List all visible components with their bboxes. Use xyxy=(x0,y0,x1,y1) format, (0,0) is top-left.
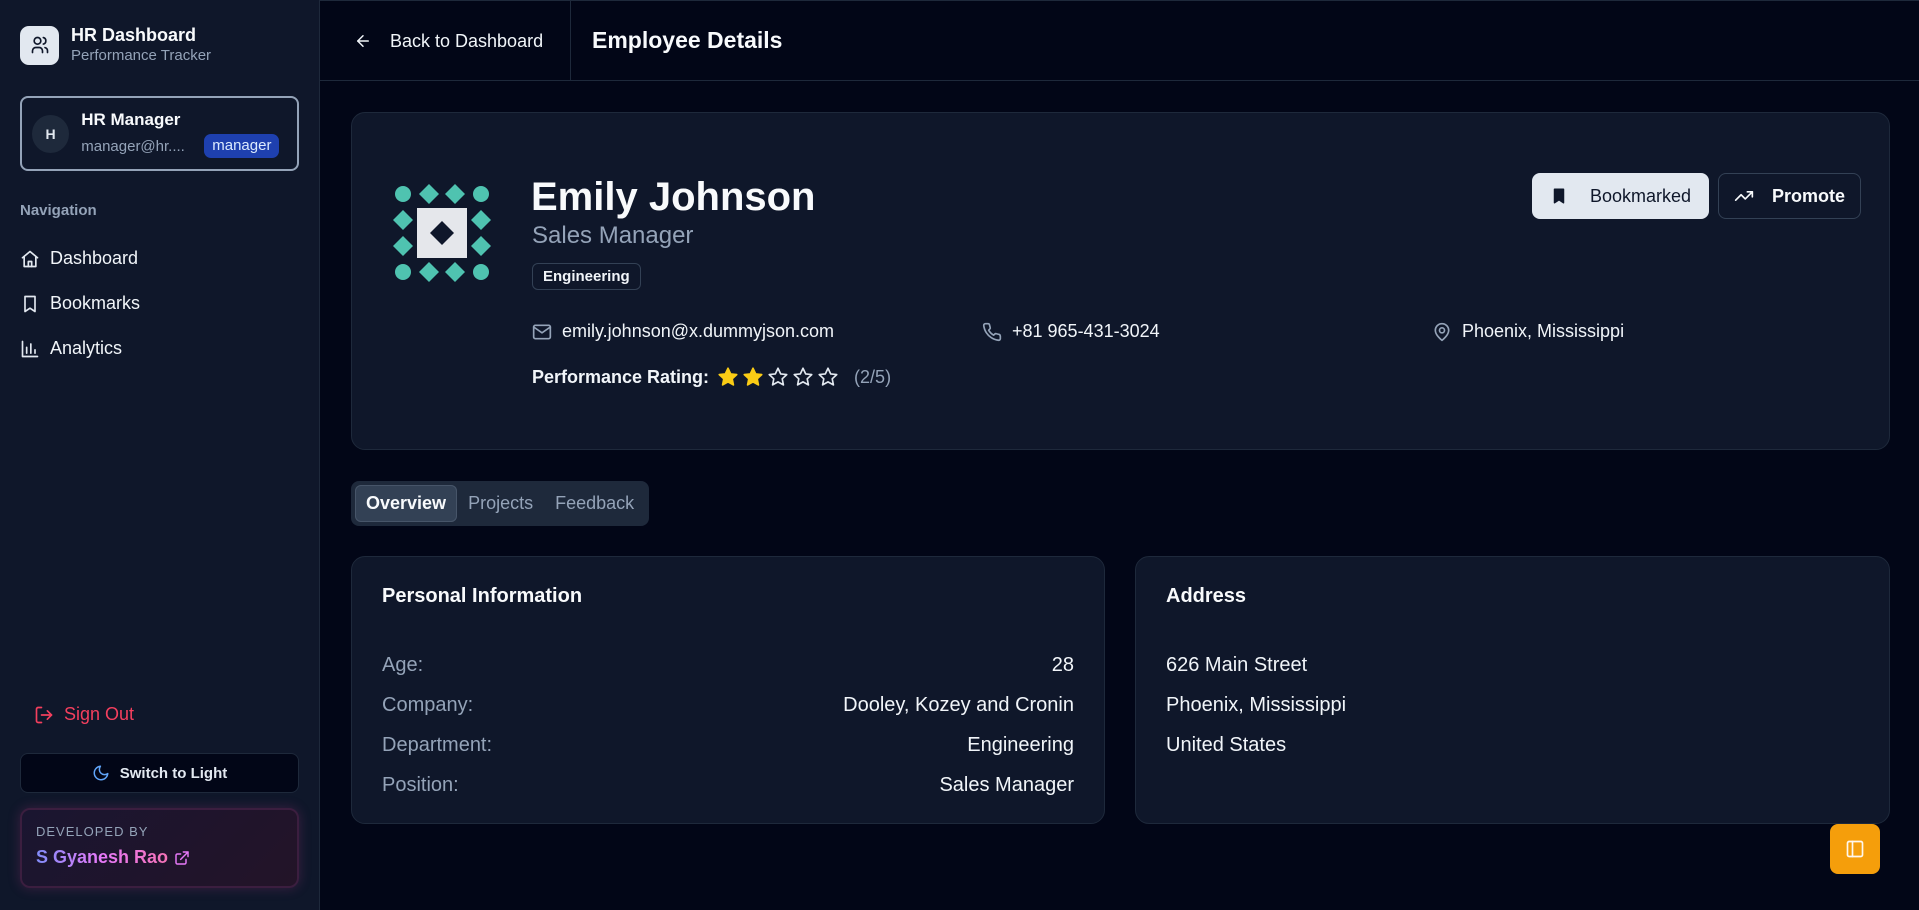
employee-email-text: emily.johnson@x.dummyjson.com xyxy=(562,321,835,341)
employee-phone-text: +81 965-431-3024 xyxy=(1012,321,1160,341)
user-name: HR Manager xyxy=(81,110,181,129)
bookmarked-label: Bookmarked xyxy=(1589,185,1692,206)
star-empty-icon xyxy=(793,367,813,386)
tab-overview[interactable]: Overview xyxy=(355,485,458,522)
home-icon xyxy=(20,249,40,269)
back-label: Back to Dashboard xyxy=(390,30,544,51)
employee-avatar xyxy=(392,183,492,283)
employee-phone[interactable]: +81 965-431-3024 xyxy=(982,321,1160,342)
phone-icon xyxy=(982,322,1002,342)
moon-icon xyxy=(92,764,110,782)
theme-toggle-label: Switch to Light xyxy=(119,764,228,782)
info-key: Position: xyxy=(382,773,459,796)
employee-email[interactable]: emily.johnson@x.dummyjson.com xyxy=(532,321,834,342)
sign-out-button[interactable]: Sign Out xyxy=(34,704,134,725)
nav-item-label: Dashboard xyxy=(50,248,139,268)
address-line: Phoenix, Mississippi xyxy=(1166,693,1347,716)
detail-tabs: Overview Projects Feedback xyxy=(351,481,650,526)
nav-heading: Navigation xyxy=(20,202,97,219)
employee-title: Sales Manager xyxy=(532,222,694,249)
brand-subtitle: Performance Tracker xyxy=(71,47,212,64)
arrow-left-icon xyxy=(354,32,372,50)
nav-item-analytics[interactable]: Analytics xyxy=(20,326,300,371)
sidebar: HR Dashboard Performance Tracker H HR Ma… xyxy=(0,0,320,910)
toggle-sidebar-button[interactable] xyxy=(1830,824,1880,874)
info-value: 28 xyxy=(1051,653,1074,676)
sign-out-label: Sign Out xyxy=(64,704,135,724)
star-filled-icon xyxy=(743,367,763,386)
info-value: Dooley, Kozey and Cronin xyxy=(843,693,1074,716)
bookmark-icon xyxy=(20,294,40,314)
employee-profile-card: Emily Johnson Sales Manager Engineering … xyxy=(351,112,1890,450)
star-empty-icon xyxy=(768,367,788,386)
rating-label: Performance Rating: xyxy=(532,366,710,387)
mail-icon xyxy=(532,322,552,342)
page-title: Employee Details xyxy=(592,27,783,53)
address-card: Address 626 Main Street Phoenix, Mississ… xyxy=(1135,556,1890,824)
trending-up-icon xyxy=(1734,186,1754,206)
bar-chart-icon xyxy=(20,339,40,359)
top-bar: Back to Dashboard Employee Details xyxy=(320,0,1919,81)
info-row-company: Company: Dooley, Kozey and Cronin xyxy=(382,685,1074,725)
brand-title: HR Dashboard xyxy=(71,25,197,45)
info-key: Company: xyxy=(382,693,474,716)
panel-left-icon xyxy=(1845,839,1865,859)
info-value: Engineering xyxy=(967,733,1074,756)
theme-toggle-button[interactable]: Switch to Light xyxy=(20,753,299,793)
avatar: H xyxy=(32,114,70,153)
nav-item-label: Bookmarks xyxy=(50,293,141,313)
user-email: manager@hr.... xyxy=(81,137,185,155)
rating-stars xyxy=(717,366,842,388)
info-row-position: Position: Sales Manager xyxy=(382,765,1074,805)
role-badge: manager xyxy=(204,134,280,158)
promote-button[interactable]: Promote xyxy=(1718,173,1861,219)
bookmarked-button[interactable]: Bookmarked xyxy=(1532,173,1709,219)
info-row-age: Age: 28 xyxy=(382,645,1074,685)
nav: Dashboard Bookmarks Analytics xyxy=(20,236,300,371)
address-heading: Address xyxy=(1166,585,1247,607)
rating-count: (2/5) xyxy=(854,366,892,387)
nav-item-bookmarks[interactable]: Bookmarks xyxy=(20,281,300,326)
log-out-icon xyxy=(34,705,54,725)
info-key: Department: xyxy=(382,733,493,756)
tab-projects[interactable]: Projects xyxy=(457,485,544,522)
developer-name: S Gyanesh Rao xyxy=(36,847,169,867)
address-line: 626 Main Street xyxy=(1166,653,1308,676)
external-link-icon xyxy=(174,850,190,866)
developed-by-label: DEVELOPED BY xyxy=(36,824,149,839)
brand: HR Dashboard Performance Tracker xyxy=(20,24,211,66)
employee-location: Phoenix, Mississippi xyxy=(1432,321,1624,342)
nav-item-dashboard[interactable]: Dashboard xyxy=(20,236,300,281)
employee-name: Emily Johnson xyxy=(531,175,816,219)
bookmark-filled-icon xyxy=(1550,187,1568,205)
address-line: United States xyxy=(1166,733,1287,756)
personal-information-card: Personal Information Age: 28 Company: Do… xyxy=(351,556,1105,824)
employee-location-text: Phoenix, Mississippi xyxy=(1462,321,1625,341)
back-to-dashboard-button[interactable]: Back to Dashboard xyxy=(320,1,571,81)
promote-label: Promote xyxy=(1771,185,1845,206)
map-pin-icon xyxy=(1432,322,1452,342)
users-icon xyxy=(20,25,59,65)
info-row-department: Department: Engineering xyxy=(382,725,1074,765)
star-empty-icon xyxy=(818,367,838,386)
performance-rating: Performance Rating: (2/5) xyxy=(532,366,891,388)
user-card[interactable]: H HR Manager manager@hr.... manager xyxy=(20,96,299,171)
info-key: Age: xyxy=(382,653,424,676)
developer-link[interactable]: S Gyanesh Rao xyxy=(36,847,297,868)
personal-information-heading: Personal Information xyxy=(382,585,583,607)
nav-item-label: Analytics xyxy=(50,338,123,358)
developer-card: DEVELOPED BY S Gyanesh Rao xyxy=(20,808,299,888)
star-filled-icon xyxy=(718,367,738,386)
tab-feedback[interactable]: Feedback xyxy=(544,485,645,522)
info-value: Sales Manager xyxy=(939,773,1074,796)
department-badge: Engineering xyxy=(532,263,641,290)
